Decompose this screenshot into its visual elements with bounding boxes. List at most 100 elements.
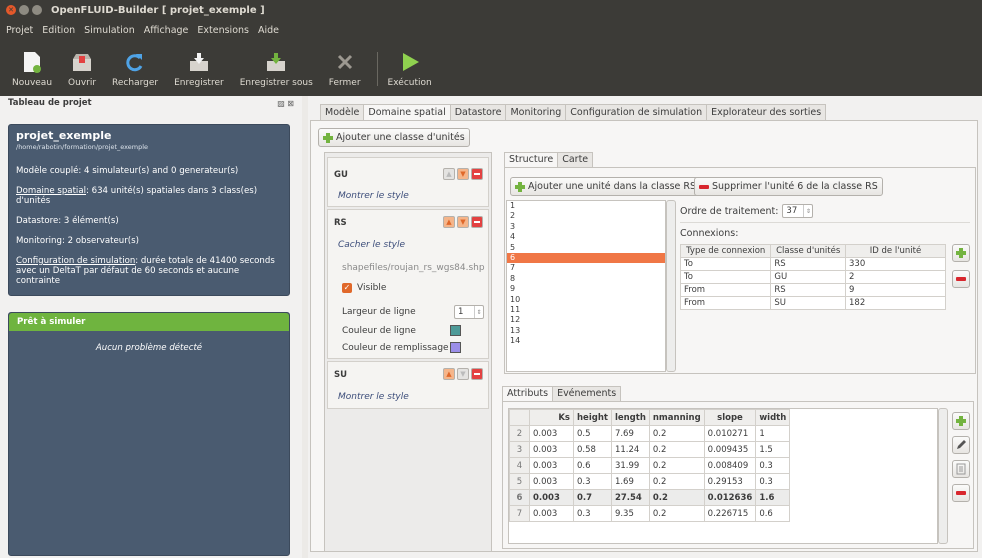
edit-attribute-button[interactable] [952, 436, 970, 454]
table-row[interactable]: From SU 182 [679, 296, 946, 310]
list-item[interactable]: 13 [507, 326, 665, 336]
add-unit-button[interactable]: Ajouter une unité dans la classe RS [510, 177, 702, 196]
column-header[interactable]: Classe d'unités [770, 244, 846, 258]
domain-link[interactable]: Domaine spatial [16, 186, 86, 196]
menu-edition[interactable]: Edition [42, 25, 75, 36]
tab-carte[interactable]: Carte [557, 152, 594, 167]
list-item[interactable]: 11 [507, 305, 665, 315]
connections-table[interactable]: Type de connexion Classe d'unités ID de … [679, 244, 946, 310]
table-row-selected[interactable]: 6 0.003 0.7 27.54 0.2 0.012636 1.6 [509, 489, 791, 506]
table-row[interactable]: To GU 2 [679, 270, 946, 284]
list-item[interactable]: 4 [507, 232, 665, 242]
minimize-window-icon[interactable] [19, 5, 29, 15]
table-row[interactable]: From RS 9 [679, 283, 946, 297]
remove-unit-button[interactable]: Supprimer l'unité 6 de la classe RS [694, 177, 883, 196]
style-toggle-link[interactable]: Cacher le style [338, 240, 405, 250]
menu-projet[interactable]: Projet [6, 25, 33, 36]
column-header[interactable]: Ks [529, 409, 574, 426]
remove-class-icon[interactable] [471, 216, 483, 228]
column-header[interactable]: ID de l'unité [845, 244, 946, 258]
add-attribute-button[interactable] [952, 412, 970, 430]
line-color-swatch[interactable] [450, 325, 461, 336]
column-header[interactable]: width [755, 409, 791, 426]
add-connection-button[interactable] [952, 244, 970, 262]
column-header[interactable]: length [610, 409, 650, 426]
remove-connection-button[interactable] [952, 270, 970, 288]
remove-class-icon[interactable] [471, 168, 483, 180]
spinner-arrows-icon[interactable]: ⇕ [803, 205, 812, 217]
maximize-window-icon[interactable] [32, 5, 42, 15]
attributes-table[interactable]: Ks height length nmanning slope width 20… [509, 409, 791, 522]
tab-configuration[interactable]: Configuration de simulation [565, 104, 708, 120]
save-button[interactable]: Enregistrer [174, 51, 224, 96]
new-button[interactable]: Nouveau [12, 51, 52, 96]
column-header[interactable]: height [573, 409, 612, 426]
remove-attribute-button[interactable] [952, 484, 970, 502]
list-item[interactable]: 9 [507, 284, 665, 294]
pane-splitter[interactable] [302, 96, 308, 558]
order-spinner[interactable]: 37 ⇕ [782, 204, 814, 218]
document-icon [956, 463, 966, 475]
column-header[interactable]: nmanning [648, 409, 705, 426]
table-row[interactable]: 5 0.003 0.3 1.69 0.2 0.29153 0.3 [509, 473, 791, 490]
list-item[interactable]: 12 [507, 315, 665, 325]
list-item-selected[interactable]: 6 [507, 252, 665, 264]
table-row[interactable]: 4 0.003 0.6 31.99 0.2 0.008409 0.3 [509, 457, 791, 474]
tab-explorateur[interactable]: Explorateur des sorties [706, 104, 827, 120]
attributes-scrollbar[interactable] [938, 408, 948, 544]
table-row[interactable]: 7 0.003 0.3 9.35 0.2 0.226715 0.6 [509, 505, 791, 522]
list-item[interactable]: 1 [507, 201, 665, 211]
move-down-icon[interactable]: ▼ [457, 168, 469, 180]
style-toggle-link[interactable]: Montrer le style [338, 392, 409, 402]
save-as-button[interactable]: Enregistrer sous [240, 51, 313, 96]
style-toggle-link[interactable]: Montrer le style [338, 191, 409, 201]
table-row[interactable]: 3 0.003 0.58 11.24 0.2 0.009435 1.5 [509, 441, 791, 458]
run-button[interactable]: Exécution [388, 51, 432, 96]
move-down-icon[interactable]: ▼ [457, 216, 469, 228]
list-item[interactable]: 2 [507, 211, 665, 221]
class-name: RS [334, 218, 347, 228]
move-up-icon[interactable]: ▲ [443, 368, 455, 380]
tab-datastore[interactable]: Datastore [449, 104, 507, 120]
move-up-icon[interactable]: ▲ [443, 216, 455, 228]
fill-color-swatch[interactable] [450, 342, 461, 353]
menu-aide[interactable]: Aide [258, 25, 279, 36]
close-project-button[interactable]: Fermer [329, 51, 361, 96]
list-item[interactable]: 3 [507, 222, 665, 232]
config-link[interactable]: Configuration de simulation [16, 256, 135, 266]
table-row[interactable]: To RS 330 [679, 257, 946, 271]
list-item[interactable]: 10 [507, 295, 665, 305]
class-rs[interactable]: RS ▲ ▼ Cacher le style shapefiles/roujan… [327, 209, 489, 359]
tab-modele[interactable]: Modèle [320, 104, 365, 120]
tab-structure[interactable]: Structure [504, 152, 559, 167]
list-item[interactable]: 14 [507, 336, 665, 346]
tab-domaine-spatial[interactable]: Domaine spatial [363, 104, 451, 121]
add-class-button[interactable]: Ajouter une classe d'unités [318, 128, 470, 147]
spinner-arrows-icon[interactable]: ⇕ [474, 306, 483, 318]
table-row[interactable]: 2 0.003 0.5 7.69 0.2 0.010271 1 [509, 425, 791, 442]
list-item[interactable]: 8 [507, 274, 665, 284]
remove-class-icon[interactable] [471, 368, 483, 380]
unit-list-scrollbar[interactable] [666, 200, 676, 372]
reload-button[interactable]: Recharger [112, 51, 158, 96]
class-su[interactable]: SU ▲ ▼ Montrer le style [327, 361, 489, 409]
unit-list[interactable]: 1 2 3 4 5 6 7 8 9 10 11 12 13 14 [506, 200, 666, 372]
config-summary: Configuration de simulation: durée total… [16, 256, 275, 286]
rename-attribute-button[interactable] [952, 460, 970, 478]
tab-attributs[interactable]: Attributs [502, 386, 554, 401]
column-header[interactable]: Type de connexion [679, 244, 772, 258]
menu-simulation[interactable]: Simulation [84, 25, 135, 36]
open-button[interactable]: Ouvrir [68, 51, 96, 96]
tab-monitoring[interactable]: Monitoring [505, 104, 567, 120]
line-width-spinner[interactable]: 1 ⇕ [454, 305, 484, 319]
menu-extensions[interactable]: Extensions [197, 25, 249, 36]
list-item[interactable]: 7 [507, 263, 665, 273]
close-window-icon[interactable]: ✕ [6, 5, 16, 15]
menu-affichage[interactable]: Affichage [144, 25, 189, 36]
visible-checkbox[interactable]: ✓ [342, 283, 352, 293]
tab-evenements[interactable]: Evénements [552, 386, 622, 401]
class-gu[interactable]: GU ▲ ▼ Montrer le style [327, 157, 489, 207]
list-item[interactable]: 5 [507, 243, 665, 253]
column-header[interactable]: slope [703, 409, 757, 426]
dock-controls-icon[interactable]: ▨ ⊠ [277, 99, 294, 108]
